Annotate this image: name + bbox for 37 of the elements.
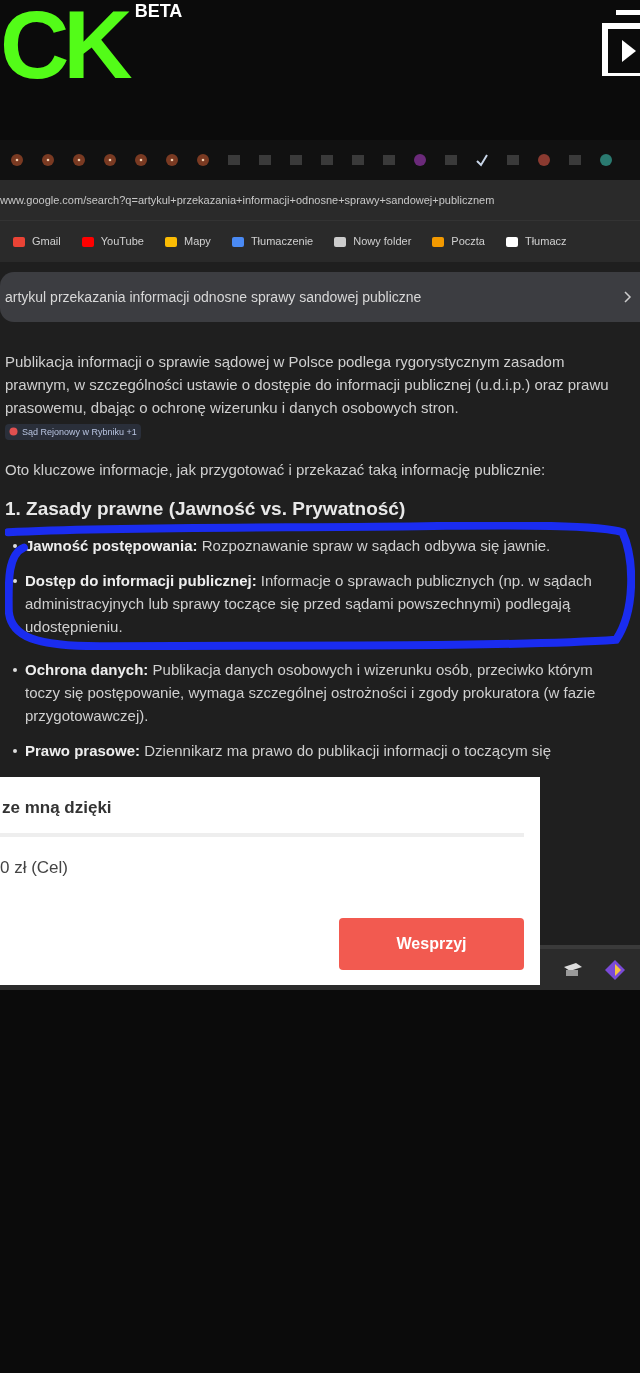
bookmark[interactable]: Tłumaczenie bbox=[230, 233, 314, 250]
taskbar-app-icon[interactable] bbox=[604, 958, 626, 981]
beta-label: BETA bbox=[134, 0, 183, 23]
popup-title: ze mną dzięki bbox=[2, 797, 113, 819]
bookmark-icon bbox=[230, 235, 245, 248]
bookmark-icon bbox=[333, 235, 348, 248]
bullet-icon bbox=[13, 579, 17, 583]
bullet-text: Dostęp do informacji publicznej: Informacje o sprawach publicznych (np. w sądach administracyjnych lub sprawy toczące się przed sądami powszechnymi) podlegają udostępnieniu. bbox=[25, 571, 593, 637]
bookmark-icon bbox=[163, 235, 178, 248]
video-icon bbox=[602, 8, 640, 76]
bookmark[interactable]: Tłumacz bbox=[504, 233, 567, 250]
favicon-icon[interactable] bbox=[475, 153, 489, 167]
bookmark[interactable]: Mapy bbox=[163, 233, 211, 250]
bullet-text: Ochrona danych: Publikacja danych osobowych i wizerunku osób, przeciwko którym toczy się postępowanie, wymaga szczególnej ostrożności i zgody prokuratora (w fazie przygotowawczej). bbox=[25, 660, 597, 726]
bookmark[interactable]: Poczta bbox=[431, 233, 485, 250]
bookmark-icon bbox=[431, 235, 446, 248]
chevron-icon[interactable] bbox=[624, 291, 632, 303]
bullet-icon bbox=[13, 749, 17, 753]
bullet-text: Jawność postępowania: Rozpoznawanie spraw w sądach odbywa się jawnie. bbox=[25, 536, 551, 556]
bookmark[interactable]: Gmail bbox=[12, 233, 61, 250]
source-icon bbox=[9, 427, 18, 436]
bookmark-icon bbox=[80, 235, 95, 248]
bookmark[interactable]: Nowy folder bbox=[333, 233, 412, 250]
bookmark-icon bbox=[12, 235, 26, 248]
section-heading: 1. Zasady prawne (Jawność vs. Prywatność) bbox=[5, 497, 407, 520]
intro-text: Oto kluczowe informacje, jak przygotować i przekazać taką informację publicznie: bbox=[5, 460, 547, 480]
paragraph: Publikacja informacji o sprawie sądowej w Polsce podlega rygorystycznym zasadom prawnym, w szczególności ustawie o dostępie do informacji publicznej (u.d.i.p.) oraz prawu prasowemu, dbając o ochronę wizerunku i danych osobowych stron. bbox=[5, 352, 610, 418]
logo: CK bbox=[0, 0, 127, 90]
bullet-icon bbox=[13, 668, 17, 672]
search-field[interactable]: artykul przekazania informacji odnosne sprawy sandowej publiczne bbox=[0, 272, 640, 322]
goal-amount: 0 zł (Cel) bbox=[0, 856, 69, 879]
bullet-text: Prawo prasowe: Dziennikarz ma prawo do publikacji informacji o toczącym się bbox=[25, 741, 552, 761]
bookmark[interactable]: YouTube bbox=[80, 233, 144, 250]
source-chip[interactable]: Sąd Rejonowy w Rybniku +1 bbox=[5, 423, 141, 440]
taskbar-app-icon[interactable] bbox=[562, 960, 584, 979]
bullet-icon bbox=[13, 544, 17, 548]
bookmark-icon bbox=[504, 235, 519, 248]
